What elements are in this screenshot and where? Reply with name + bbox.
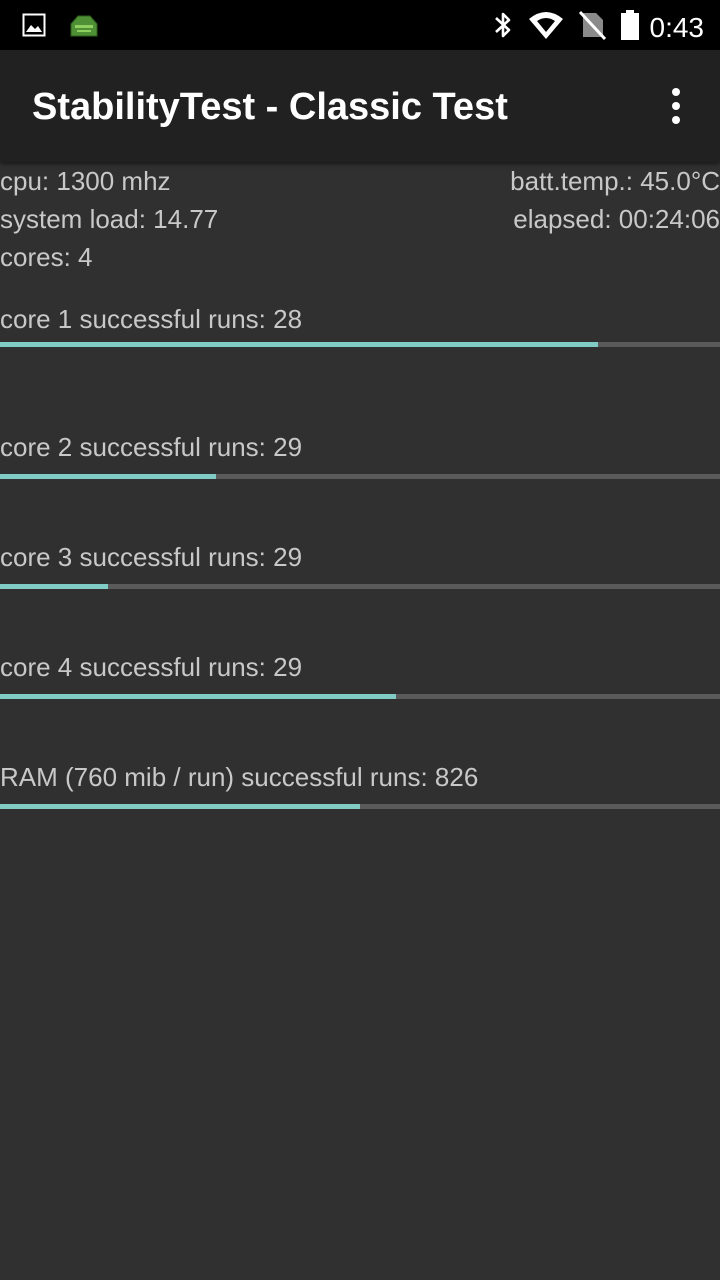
elapsed-time: elapsed: 00:24:06 (513, 204, 720, 234)
info-row-load: system load: 14.77 elapsed: 00:24:06 (0, 200, 720, 238)
app-bar: StabilityTest - Classic Test (0, 50, 720, 162)
wifi-icon (528, 10, 564, 45)
status-bar-time: 0:43 (649, 11, 705, 43)
test-label: RAM (760 mib / run) successful runs: 826 (0, 762, 479, 792)
info-row-cores: cores: 4 (0, 238, 720, 276)
core-count: cores: 4 (0, 242, 93, 272)
test-item-ram: RAM (760 mib / run) successful runs: 826 (0, 738, 720, 848)
progress-bar (0, 474, 720, 479)
progress-fill (0, 584, 108, 589)
battery-temperature: batt.temp.: 45.0°C (510, 166, 720, 196)
test-item-core-1: core 1 successful runs: 28 (0, 298, 720, 408)
battery-icon (620, 9, 640, 46)
app-title: StabilityTest - Classic Test (32, 86, 508, 128)
status-bar: 0:43 (0, 0, 720, 50)
progress-bar (0, 804, 720, 809)
test-label: core 3 successful runs: 29 (0, 542, 303, 572)
status-bar-notifications (22, 12, 100, 43)
more-options-button[interactable] (652, 80, 700, 132)
no-sim-icon (578, 9, 606, 46)
bluetooth-icon (492, 9, 514, 46)
test-label: core 2 successful runs: 29 (0, 432, 303, 462)
test-label: core 4 successful runs: 29 (0, 652, 303, 682)
progress-bar (0, 342, 720, 347)
image-icon (22, 13, 46, 42)
system-load: system load: 14.77 (0, 204, 219, 234)
progress-fill (0, 694, 396, 699)
progress-bar (0, 584, 720, 589)
test-label: core 1 successful runs: 28 (0, 304, 303, 334)
test-list: core 1 successful runs: 28 core 2 succes… (0, 298, 720, 848)
test-item-core-2: core 2 successful runs: 29 (0, 408, 720, 518)
cpu-frequency: cpu: 1300 mhz (0, 166, 171, 196)
progress-bar (0, 694, 720, 699)
status-bar-system-icons: 0:43 (492, 9, 705, 46)
test-content: cpu: 1300 mhz batt.temp.: 45.0°C system … (0, 162, 720, 848)
stability-test-app-icon (68, 12, 100, 43)
more-vert-icon (672, 88, 680, 96)
progress-fill (0, 804, 360, 809)
test-item-core-4: core 4 successful runs: 29 (0, 628, 720, 738)
info-row-cpu: cpu: 1300 mhz batt.temp.: 45.0°C (0, 162, 720, 200)
test-item-core-3: core 3 successful runs: 29 (0, 518, 720, 628)
progress-fill (0, 342, 598, 347)
progress-fill (0, 474, 216, 479)
